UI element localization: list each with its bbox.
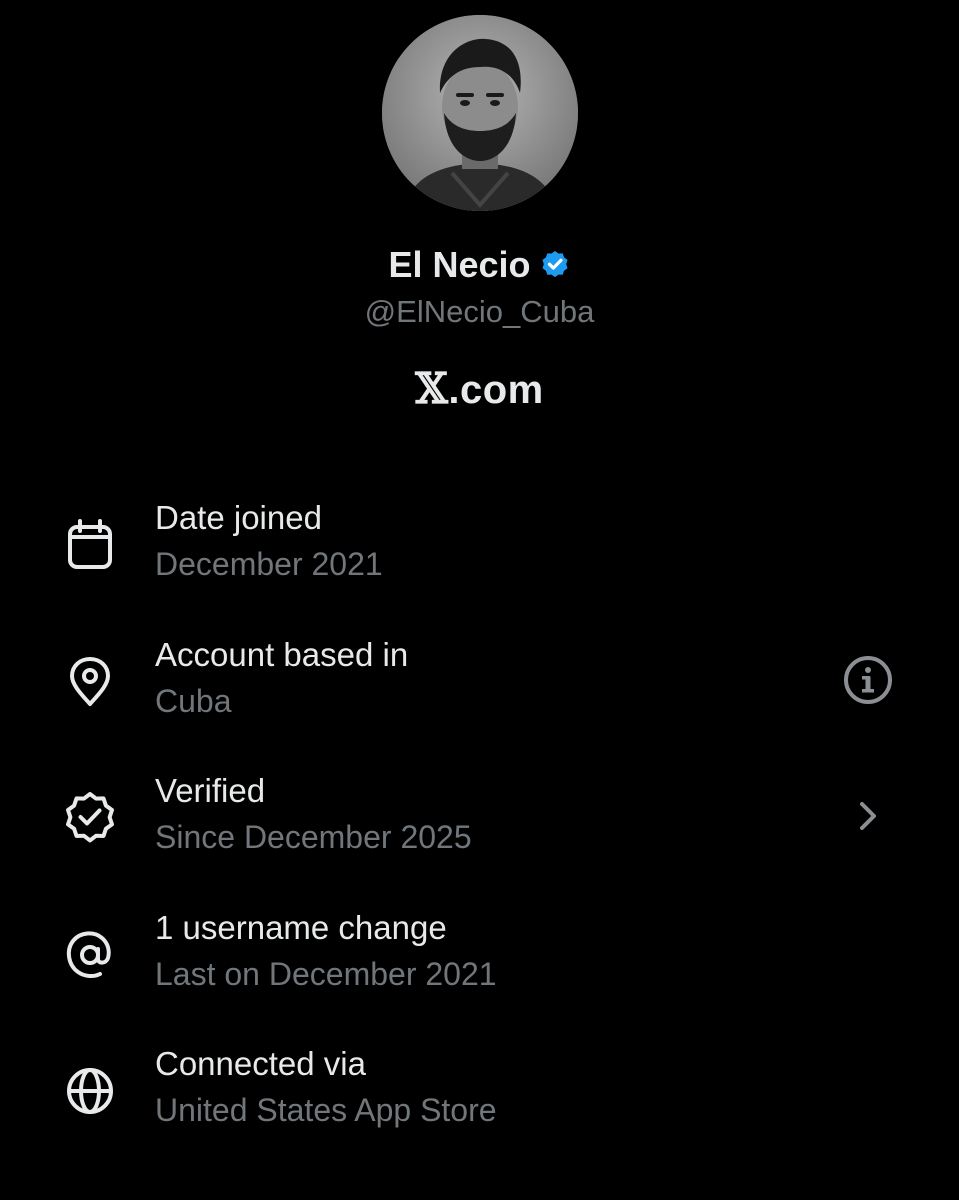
verified-badge-icon[interactable] bbox=[539, 246, 571, 292]
verified-outline-icon bbox=[62, 790, 118, 846]
at-sign-icon bbox=[62, 927, 118, 983]
row-subtitle: December 2021 bbox=[155, 546, 383, 582]
row-title: Date joined bbox=[155, 499, 322, 536]
row-title: 1 username change bbox=[155, 909, 447, 946]
row-subtitle: Since December 2025 bbox=[155, 819, 472, 855]
info-row-username-change: 1 username change Last on December 2021 bbox=[0, 907, 959, 1017]
calendar-icon bbox=[62, 517, 118, 573]
profile-handle: @ElNecio_Cuba bbox=[364, 294, 595, 329]
x-com-brand: 𝕏.com bbox=[0, 364, 959, 415]
profile-name-row: El Necio bbox=[0, 242, 959, 292]
info-row-account-based-in: Account based in Cuba bbox=[0, 634, 959, 744]
chevron-right-icon[interactable] bbox=[840, 792, 896, 848]
info-row-verified[interactable]: Verified Since December 2025 bbox=[0, 770, 959, 880]
row-title: Connected via bbox=[155, 1045, 366, 1082]
row-subtitle: Last on December 2021 bbox=[155, 956, 497, 992]
info-icon[interactable] bbox=[840, 656, 896, 712]
avatar[interactable] bbox=[382, 15, 578, 211]
row-title: Account based in bbox=[155, 636, 409, 673]
info-row-date-joined: Date joined December 2021 bbox=[0, 497, 959, 607]
row-subtitle: Cuba bbox=[155, 683, 232, 719]
brand-domain: .com bbox=[448, 368, 544, 412]
display-name: El Necio bbox=[388, 244, 531, 285]
globe-icon bbox=[62, 1063, 118, 1119]
info-row-connected-via: Connected via United States App Store bbox=[0, 1043, 959, 1153]
avatar-photo bbox=[382, 15, 578, 211]
location-pin-icon bbox=[62, 654, 118, 710]
row-title: Verified bbox=[155, 772, 266, 809]
x-logo-icon: 𝕏 bbox=[415, 364, 449, 413]
row-subtitle: United States App Store bbox=[155, 1092, 497, 1128]
